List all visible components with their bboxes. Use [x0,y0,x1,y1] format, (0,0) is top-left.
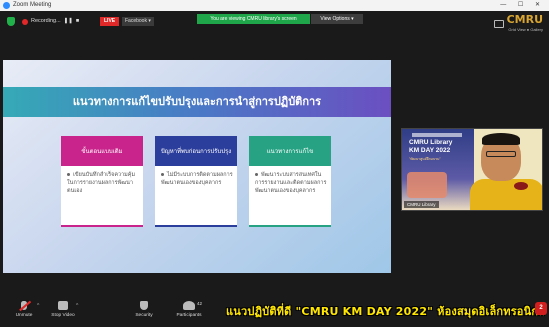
zoom-app-icon [3,2,10,9]
live-badge[interactable]: LIVE [100,17,120,26]
speaker-shirt [470,179,542,210]
column-body: เขียนบันทึกสำเร็จความคุ้มในการรายงานผลกา… [61,166,143,227]
encryption-shield-icon[interactable] [7,17,15,26]
column-header: แนวทางการแก้ไข [249,136,331,166]
recording-dot-icon [22,18,28,25]
shield-icon [140,301,148,310]
stop-recording-icon[interactable]: ■ [76,16,79,27]
column-body: ไม่มีระบบการติดตามผลการพัฒนาตนเองของบุคล… [155,166,237,227]
poster-banner [412,133,462,137]
audio-options-chevron-icon[interactable]: ^ [37,303,39,309]
participant-name-tag: CMRU Library [404,201,439,208]
security-button[interactable]: Security [124,301,164,318]
slide-title-band: แนวทางการแก้ไขปรับปรุงและการนำสู่การปฏิบ… [3,87,391,117]
meeting-top-bar: Recording... ❚❚ ■ LIVE Facebook ▾ You ar… [0,11,549,33]
poster-subtitle: "พัฒนาศูนย์ฝึกอบรม" [409,157,441,161]
speaker-video-tile[interactable]: CMRU Library KM DAY 2022 "พัฒนาศูนย์ฝึกอ… [401,128,543,211]
participants-label: Participants [176,313,202,318]
column-header: ขั้นตอนแบบเดิม [61,136,143,166]
live-destination-dropdown[interactable]: Facebook ▾ [122,17,154,26]
column-header: ปัญหาที่พบก่อนการปรับปรุง [155,136,237,166]
column-bullet-text: เขียนบันทึกสำเร็จความคุ้มในการรายงานผลกา… [67,172,136,194]
view-switcher[interactable]: CMRU Grid View ● Gallery [490,11,545,43]
security-label: Security [135,313,153,318]
bullet-icon [255,173,258,176]
slide-title: แนวทางการแก้ไขปรับปรุงและการนำสู่การปฏิบ… [72,95,322,108]
bullet-icon [67,173,70,176]
column-bullet-text: พัฒนาระบบสารสนเทศในการรายงานและติดตามผลก… [255,172,327,194]
shared-screen-slide: แนวทางการแก้ไขปรับปรุงและการนำสู่การปฏิบ… [3,60,391,273]
slide-column-solutions: แนวทางการแก้ไข พัฒนาระบบสารสนเทศในการราย… [249,136,331,227]
window-controls[interactable]: — ☐ ✕ [500,0,545,11]
video-options-chevron-icon[interactable]: ^ [76,303,78,309]
recording-label: Recording... [31,18,61,24]
column-bullet-text: ไม่มีระบบการติดตามผลการพัฒนาตนเองของบุคล… [161,172,233,186]
participants-icon [183,301,195,310]
speaker-hair [482,133,520,145]
microphone-muted-icon [21,301,27,310]
stop-video-label: Stop Video [51,313,75,318]
view-mode-label: Grid View ● Gallery [508,27,543,32]
poster-line-2: KM DAY 2022 [409,147,451,154]
video-camera-icon [58,301,68,310]
poster-illustration [407,172,447,198]
unmute-label: Unmute [15,313,33,318]
notification-badge[interactable]: 2 [535,302,547,315]
view-options-button[interactable]: View Options ▾ [311,14,363,24]
slide-column-original-steps: ขั้นตอนแบบเดิม เขียนบันทึกสำเร็จความคุ้ม… [61,136,143,227]
cmru-logo: CMRU [506,13,543,26]
poster-line-1: CMRU Library [409,139,453,146]
microphone-prop [514,182,528,190]
recording-indicator: Recording... ❚❚ ■ [22,16,79,27]
participants-button[interactable]: Participants [169,301,209,318]
window-title: Zoom Meeting [13,2,52,8]
bullet-icon [161,173,164,176]
poster-title: CMRU Library KM DAY 2022 [409,139,452,155]
speaker-glasses [486,151,516,157]
slide-column-problems: ปัญหาที่พบก่อนการปรับปรุง ไม่มีระบบการติ… [155,136,237,227]
pause-recording-icon[interactable]: ❚❚ [64,16,73,27]
km-day-poster: CMRU Library KM DAY 2022 "พัฒนาศูนย์ฝึกอ… [402,129,474,210]
grid-view-icon[interactable] [494,20,504,28]
viewing-screen-notice: You are viewing CMRU library's screen [197,14,310,24]
participant-count: 42 [197,301,203,306]
column-body: พัฒนาระบบสารสนเทศในการรายงานและติดตามผลก… [249,166,331,227]
zoom-meeting-window: Zoom Meeting — ☐ ✕ Recording... ❚❚ ■ LIV… [0,0,549,327]
window-titlebar: Zoom Meeting — ☐ ✕ [0,0,549,11]
stream-caption-overlay: แนวปฏิบัติที่ดี "CMRU KM DAY 2022" ห้องส… [226,305,546,318]
